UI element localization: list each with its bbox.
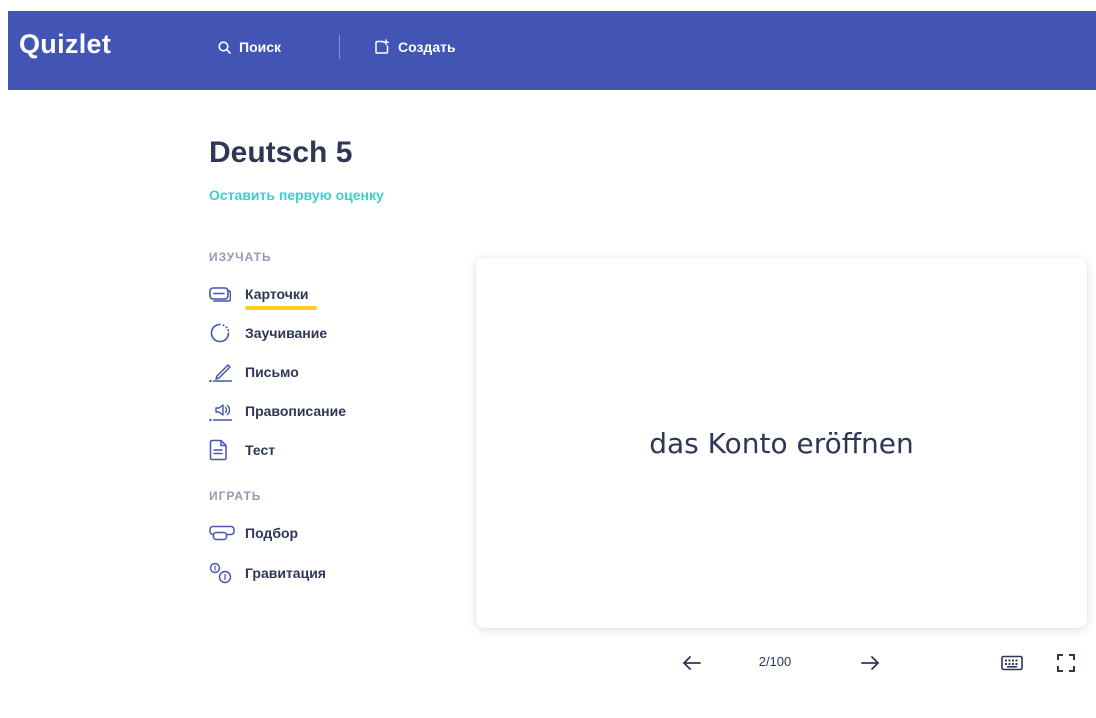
play-section-heading: ИГРАТЬ <box>209 489 262 503</box>
mode-label: Заучивание <box>245 325 328 341</box>
mode-label: Тест <box>245 442 276 458</box>
create-label: Создать <box>398 39 456 55</box>
top-navigation-bar: Quizlet Поиск Создать <box>8 11 1096 90</box>
test-icon <box>209 438 235 462</box>
rate-set-link[interactable]: Оставить первую оценку <box>209 187 384 203</box>
search-label: Поиск <box>239 39 282 55</box>
arrow-right-icon <box>861 656 879 670</box>
mode-label: Подбор <box>245 525 299 541</box>
write-icon <box>209 360 235 384</box>
create-icon <box>375 39 389 54</box>
arrow-left-icon <box>683 656 701 670</box>
mode-label: Письмо <box>245 364 299 380</box>
learn-icon <box>209 321 235 345</box>
spell-icon <box>209 399 235 423</box>
nav-divider <box>339 35 340 59</box>
mode-learn[interactable]: Заучивание <box>209 321 327 345</box>
mode-label: Правописание <box>245 403 347 419</box>
page: Quizlet Поиск Создать Deutsch 5 Оставить… <box>0 0 1096 718</box>
flashcard-term: das Konto eröffnen <box>649 426 914 460</box>
mode-label: Гравитация <box>245 565 326 581</box>
mode-test[interactable]: Тест <box>209 438 275 462</box>
fullscreen-button[interactable] <box>1052 650 1080 676</box>
mode-spell[interactable]: Правописание <box>209 399 346 423</box>
mode-label: Карточки <box>245 286 316 310</box>
next-card-button[interactable] <box>856 650 884 676</box>
create-button[interactable]: Создать <box>374 37 456 57</box>
search-icon <box>218 40 231 54</box>
gravity-icon <box>209 561 235 585</box>
flashcard[interactable]: das Konto eröffnen <box>476 258 1087 628</box>
previous-card-button[interactable] <box>678 650 706 676</box>
mode-flashcards[interactable]: Карточки <box>209 282 316 310</box>
mode-gravity[interactable]: Гравитация <box>209 561 326 585</box>
mode-match[interactable]: Подбор <box>209 521 298 545</box>
fullscreen-icon <box>1057 654 1075 672</box>
flashcards-icon <box>209 282 235 306</box>
card-counter: 2/100 <box>758 654 792 669</box>
keyboard-icon <box>1001 655 1023 671</box>
study-section-heading: ИЗУЧАТЬ <box>209 250 272 264</box>
keyboard-shortcuts-button[interactable] <box>998 650 1026 676</box>
quizlet-logo[interactable]: Quizlet <box>19 29 111 60</box>
match-icon <box>209 521 235 545</box>
search-button[interactable]: Поиск <box>218 37 281 57</box>
set-title: Deutsch 5 <box>209 136 353 169</box>
mode-write[interactable]: Письмо <box>209 360 299 384</box>
